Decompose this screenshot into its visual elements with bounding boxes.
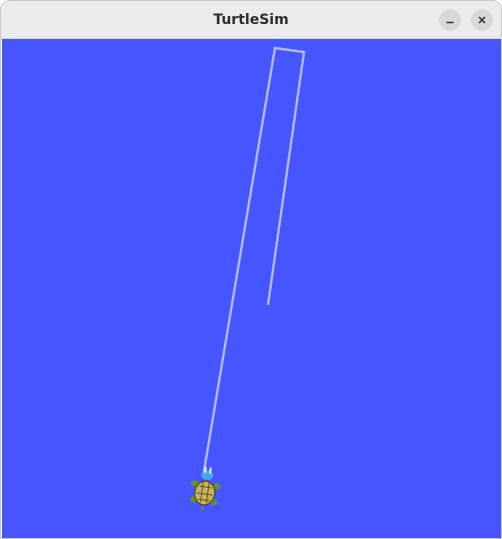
- title-bar[interactable]: TurtleSim: [1, 1, 501, 39]
- close-button[interactable]: [471, 9, 493, 31]
- minimize-button[interactable]: [439, 9, 461, 31]
- turtle-canvas: [2, 39, 501, 538]
- turtle-icon: [189, 466, 221, 511]
- drawing-surface: [189, 46, 306, 511]
- window-title: TurtleSim: [213, 12, 289, 28]
- minimize-icon: [446, 21, 454, 24]
- pen-trail: [201, 46, 306, 478]
- app-window: TurtleSim: [0, 0, 502, 539]
- close-icon: [478, 16, 486, 24]
